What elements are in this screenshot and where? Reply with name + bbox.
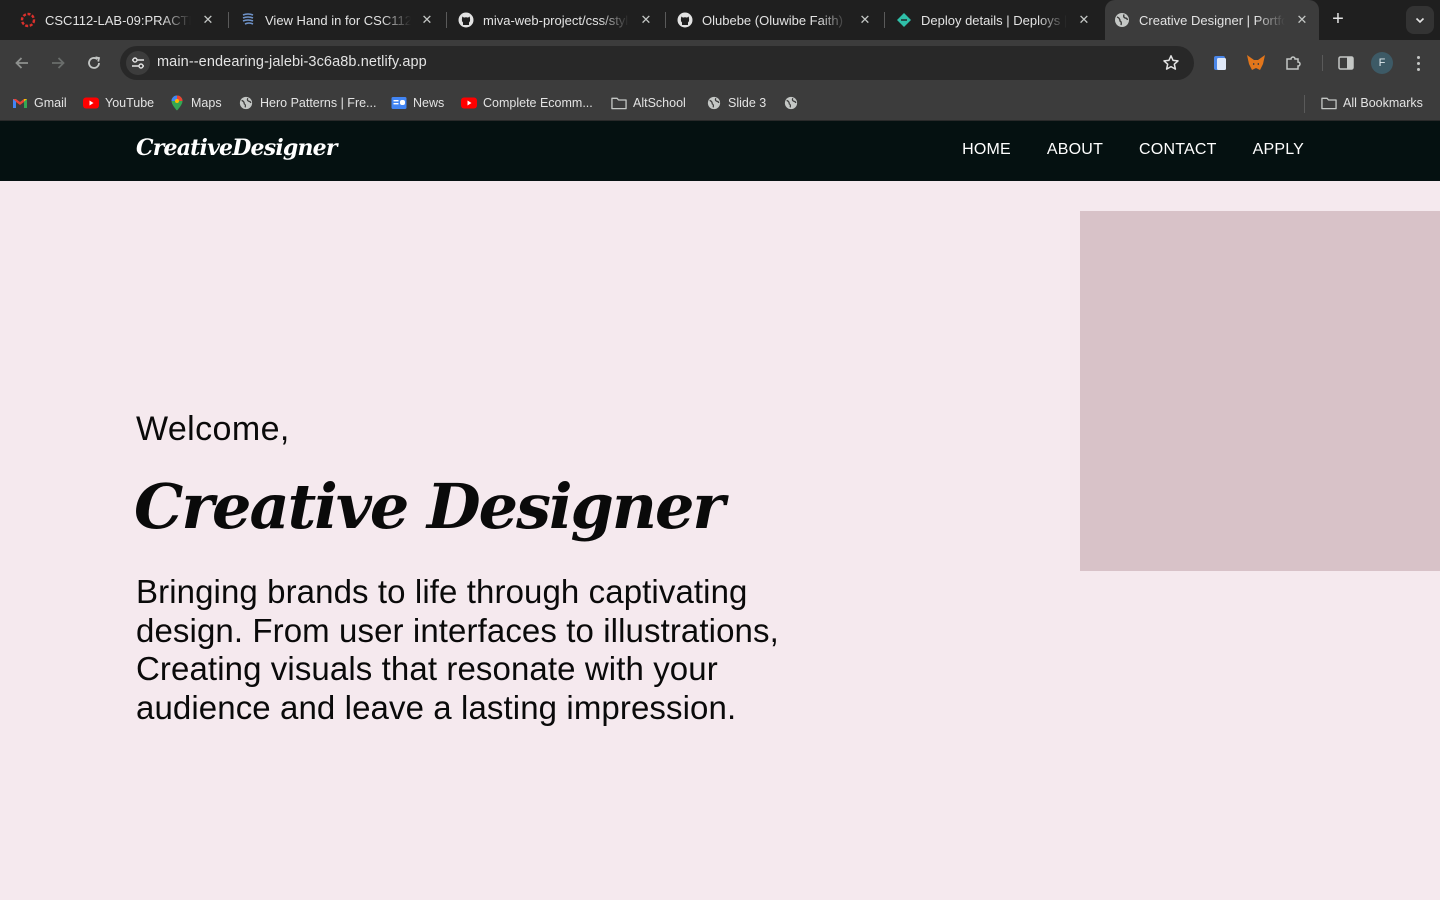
profile-avatar[interactable]: F — [1371, 52, 1393, 74]
site-nav-links: HOME ABOUT CONTACT APPLY — [962, 141, 1304, 159]
red-gear-favicon-icon — [20, 12, 36, 28]
bookmark-news[interactable]: News — [391, 94, 444, 112]
notes-extension-icon[interactable] — [1210, 53, 1230, 73]
close-icon[interactable]: ✕ — [638, 12, 654, 28]
tab-title: miva-web-project/css/style.css — [483, 12, 629, 28]
metamask-fox-icon[interactable] — [1246, 53, 1266, 73]
bookmark-label: Gmail — [34, 96, 67, 110]
tab-title: Deploy details | Deploys | Netlify — [921, 12, 1067, 28]
bookmark-gmail[interactable]: Gmail — [12, 94, 67, 112]
globe-icon — [1114, 12, 1130, 28]
hero-headline: Creative Designer — [134, 470, 725, 543]
google-news-icon — [391, 95, 407, 111]
toolbar-divider — [1322, 55, 1323, 71]
bookmark-folder-altschool[interactable]: AltSchool — [611, 94, 686, 112]
folder-icon — [1321, 95, 1337, 111]
browser-tab[interactable]: miva-web-project/css/style.css ✕ — [458, 0, 654, 40]
close-icon[interactable]: ✕ — [200, 12, 216, 28]
url-text[interactable]: main--endearing-jalebi-3c6a8b.netlify.ap… — [157, 54, 427, 70]
globe-icon — [238, 95, 254, 111]
nav-link-apply[interactable]: APPLY — [1253, 141, 1304, 159]
hero-welcome: Welcome, — [136, 410, 290, 448]
tab-divider — [228, 12, 229, 28]
close-icon[interactable]: ✕ — [1076, 12, 1092, 28]
github-icon — [677, 12, 693, 28]
address-bar[interactable]: main--endearing-jalebi-3c6a8b.netlify.ap… — [120, 46, 1194, 80]
book-favicon-icon — [240, 12, 256, 28]
bookmark-label: Complete Ecomm... — [483, 96, 593, 110]
folder-icon — [611, 95, 627, 111]
forward-button[interactable] — [46, 51, 70, 75]
bookmark-label: AltSchool — [633, 96, 686, 110]
bookmark-star-icon[interactable] — [1162, 54, 1180, 72]
nav-link-contact[interactable]: CONTACT — [1139, 141, 1217, 159]
netlify-icon — [896, 12, 912, 28]
browser-toolbar: main--endearing-jalebi-3c6a8b.netlify.ap… — [0, 40, 1440, 85]
chevron-down-icon — [1415, 17, 1425, 24]
close-icon[interactable]: ✕ — [1294, 12, 1310, 28]
browser-tab[interactable]: Olubebe (Oluwibe Faith) ✕ — [677, 0, 873, 40]
all-bookmarks-label: All Bookmarks — [1343, 96, 1423, 110]
bookmark-maps[interactable]: Maps — [169, 94, 222, 112]
side-panel-icon[interactable] — [1336, 53, 1356, 73]
browser-tab[interactable]: View Hand in for CSC112-LAB ✕ — [240, 0, 435, 40]
youtube-icon — [83, 95, 99, 111]
extensions-puzzle-icon[interactable] — [1283, 53, 1303, 73]
site-logo[interactable]: CreativeDesigner — [136, 135, 337, 161]
hero-image-placeholder — [1080, 211, 1440, 571]
globe-icon — [706, 95, 722, 111]
arrow-right-icon — [52, 57, 65, 69]
bookmark-youtube[interactable]: YouTube — [83, 94, 154, 112]
bookmark-slide-3[interactable]: Slide 3 — [706, 94, 766, 112]
tab-title: View Hand in for CSC112-LAB — [265, 12, 411, 28]
browser-menu-icon[interactable] — [1408, 52, 1428, 74]
bookmark-label: Hero Patterns | Fre... — [260, 96, 377, 110]
hero-tagline: Bringing brands to life through captivat… — [136, 573, 779, 726]
close-icon[interactable]: ✕ — [857, 12, 873, 28]
browser-tab[interactable]: CSC112-LAB-09:PRACTICAL ✕ — [20, 0, 216, 40]
bookmark-complete-ecomm[interactable]: Complete Ecomm... — [461, 94, 593, 112]
bookmark-label: News — [413, 96, 445, 110]
all-bookmarks-button[interactable]: All Bookmarks — [1321, 94, 1423, 112]
back-button[interactable] — [10, 51, 34, 75]
youtube-icon — [461, 95, 477, 111]
bookmark-label: Slide 3 — [728, 96, 767, 110]
bookmark-hero-patterns[interactable]: Hero Patterns | Fre... — [238, 94, 376, 112]
github-icon — [458, 12, 474, 28]
nav-link-about[interactable]: ABOUT — [1047, 141, 1103, 159]
bookmarks-divider — [1304, 95, 1305, 113]
new-tab-button[interactable]: + — [1326, 8, 1350, 32]
tab-search-button[interactable] — [1406, 6, 1434, 34]
browser-tab-strip: CSC112-LAB-09:PRACTICAL ✕ View Hand in f… — [0, 0, 1440, 40]
site-info-icon[interactable] — [126, 51, 150, 75]
close-icon[interactable]: ✕ — [419, 12, 435, 28]
site-header: CreativeDesigner HOME ABOUT CONTACT APPL… — [0, 121, 1440, 181]
arrow-left-icon — [15, 57, 28, 69]
gmail-icon — [12, 95, 28, 111]
browser-tab-active[interactable]: Creative Designer | Portfolio ✕ — [1105, 0, 1319, 40]
browser-tab[interactable]: Deploy details | Deploys | Netlify ✕ — [896, 0, 1092, 40]
tab-title: Creative Designer | Portfolio — [1139, 12, 1285, 28]
tab-title: Olubebe (Oluwibe Faith) — [702, 12, 843, 28]
tab-title: CSC112-LAB-09:PRACTICAL — [45, 12, 191, 28]
globe-icon — [783, 95, 799, 111]
tab-divider — [884, 12, 885, 28]
bookmark-label: YouTube — [105, 96, 155, 110]
reload-icon — [88, 56, 101, 69]
bookmarks-bar: Gmail YouTube Maps Hero Patterns | Fre..… — [0, 85, 1440, 121]
tab-divider — [665, 12, 666, 28]
tab-divider — [446, 12, 447, 28]
bookmark-untitled[interactable] — [783, 94, 805, 112]
bookmark-label: Maps — [191, 96, 222, 110]
maps-pin-icon — [169, 95, 185, 111]
reload-button[interactable] — [82, 51, 106, 75]
nav-link-home[interactable]: HOME — [962, 141, 1011, 159]
